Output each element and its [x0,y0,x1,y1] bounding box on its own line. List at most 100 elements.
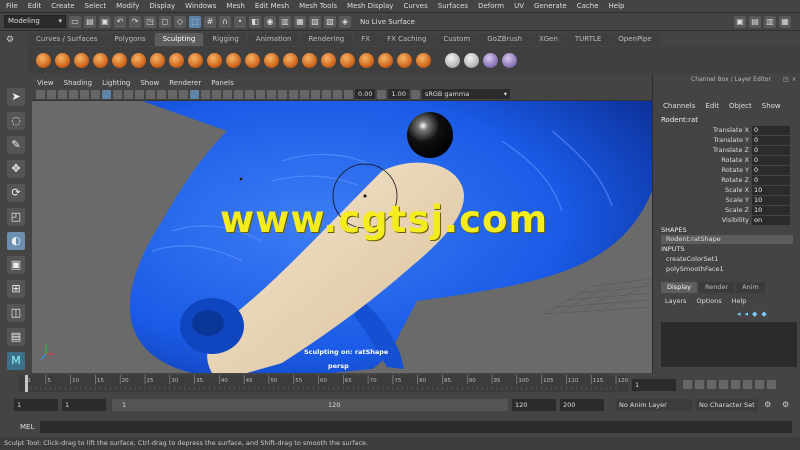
attribute-value-field[interactable]: 0 [752,156,790,165]
attribute-value-field[interactable]: 10 [752,186,790,195]
panel-menu-shading[interactable]: Shading [64,79,92,87]
open-scene-icon[interactable]: ▤ [84,15,96,28]
make-live-icon[interactable]: ◉ [264,15,276,28]
fill-tool-icon[interactable] [264,52,279,68]
attribute-value-field[interactable]: 0 [752,136,790,145]
ipr-render-icon[interactable]: ▧ [309,15,321,28]
film-gate-icon[interactable] [113,89,122,99]
go-to-end-icon[interactable] [767,380,776,389]
playback-start-field[interactable]: 1 [62,399,106,411]
transfer-icon[interactable] [502,52,517,68]
foamy-tool-icon[interactable] [150,52,165,68]
menu-mesh[interactable]: Mesh [226,2,244,10]
menu-cache[interactable]: Cache [577,2,599,10]
layer-up-icon[interactable]: ◂ [737,310,741,318]
view-transform-dropdown[interactable]: sRGB gamma ▾ [421,89,510,99]
key-settings-icon[interactable]: ⚙ [764,400,771,409]
attribute-value-field[interactable]: 0 [752,146,790,155]
shelf-tab-gozbrush[interactable]: GoZBrush [479,33,530,46]
menu-windows[interactable]: Windows [185,2,216,10]
attribute-value-field[interactable]: 10 [752,196,790,205]
mask-tool-icon[interactable] [416,52,431,68]
attribute-value-field[interactable]: on [752,216,790,225]
anti-aliasing-icon[interactable] [278,89,287,99]
wireframe-on-shaded-icon[interactable] [212,89,221,99]
play-forwards-icon[interactable] [731,380,740,389]
shelf-tab-openpipe[interactable]: OpenPipe [610,33,660,46]
resolution-gate-icon[interactable] [124,89,133,99]
isolate-select-icon[interactable] [300,89,309,99]
render-frame-icon[interactable]: ▦ [294,15,306,28]
attribute-row-scale-x[interactable]: Scale X 10 [653,186,800,196]
current-frame-field[interactable]: 1 [632,379,676,391]
play-backwards-icon[interactable] [719,380,728,389]
playback-end-field[interactable]: 120 [512,399,556,411]
select-tool-icon[interactable]: ➤ [7,88,25,106]
smooth-tool-icon[interactable] [55,52,70,68]
safe-action-icon[interactable] [157,89,166,99]
step-back-key-icon[interactable] [695,380,704,389]
color-management-icon[interactable] [410,89,420,99]
go-to-start-icon[interactable] [683,380,692,389]
hypershade-icon[interactable]: ◈ [339,15,351,28]
time-slider[interactable]: 1 5 10 15 20 25 30 35 40 45 50 55 60 65 70 75 80 85 90 95 10… [18,375,628,392]
mudbox-icon[interactable] [483,52,498,68]
panel-menu-panels[interactable]: Panels [211,79,234,87]
panel-menu-show[interactable]: Show [140,79,159,87]
sculpt-brush-icon[interactable]: ◐ [7,232,25,250]
outliner-layout-icon[interactable]: ▤ [7,328,25,346]
sculpt-tool-icon[interactable] [36,52,51,68]
shelf-tab-custom[interactable]: Custom [435,33,479,46]
new-layer-selected-icon[interactable]: ◆ [752,310,757,318]
attribute-value-field[interactable]: 0 [752,176,790,185]
depth-of-field-icon[interactable] [289,89,298,99]
command-input[interactable] [40,421,792,433]
exposure-field[interactable]: 0.00 [355,89,376,99]
xray-components-icon[interactable] [333,89,342,99]
menu-surfaces[interactable]: Surfaces [438,2,468,10]
attribute-row-rotate-y[interactable]: Rotate Y0 [653,166,800,176]
paint-select-icon[interactable]: ✎ [7,136,25,154]
select-component-icon[interactable]: ◇ [174,15,186,28]
shelf-tab-rendering[interactable]: Rendering [300,33,353,46]
channel-menu-object[interactable]: Object [729,102,752,110]
attribute-value-field[interactable]: 0 [752,166,790,175]
layer-menu-options[interactable]: Options [697,297,722,305]
gamma-field[interactable]: 1.00 [388,89,409,99]
menu-curves[interactable]: Curves [403,2,427,10]
knife-tool-icon[interactable] [283,52,298,68]
new-scene-icon[interactable]: ▭ [69,15,81,28]
live-surface-label[interactable]: No Live Surface [360,18,415,26]
attribute-row-visibility[interactable]: Visibility on [653,216,800,226]
snap-curve-icon[interactable]: ∩ [219,15,231,28]
float-icon[interactable]: ◳ [783,76,789,83]
symmetry-icon[interactable] [464,52,479,68]
shelf-tab-fx-caching[interactable]: FX Caching [379,33,435,46]
attribute-row-rotate-x[interactable]: Rotate X0 [653,156,800,166]
panel-menu-view[interactable]: View [37,79,54,87]
close-icon[interactable]: × [792,76,797,83]
render-settings-icon[interactable]: ▨ [324,15,336,28]
field-chart-icon[interactable] [146,89,155,99]
bookmarks-icon[interactable] [58,89,67,99]
wireframe-icon[interactable] [179,89,188,99]
freeze-tool-icon[interactable] [359,52,374,68]
attribute-row-translate-y[interactable]: Translate Y0 [653,136,800,146]
snap-plane-icon[interactable]: ◧ [249,15,261,28]
lasso-tool-icon[interactable]: ◌ [7,112,25,130]
step-forward-key-icon[interactable] [755,380,764,389]
textured-icon[interactable] [223,89,232,99]
attribute-row-rotate-z[interactable]: Rotate Z0 [653,176,800,186]
menu-edit[interactable]: Edit [28,2,42,10]
select-object-icon[interactable]: ◻ [159,15,171,28]
screen-space-ao-icon[interactable] [256,89,265,99]
step-forward-frame-icon[interactable] [743,380,752,389]
channel-menu-edit[interactable]: Edit [705,102,719,110]
save-scene-icon[interactable]: ▣ [99,15,111,28]
shadows-icon[interactable] [245,89,254,99]
menu-uv[interactable]: UV [514,2,524,10]
shape-node-item[interactable]: Rodent:ratShape [661,235,793,244]
perspective-viewport[interactable]: www.cgtsj.com Sculpting on: ratShape per… [32,101,652,373]
shelf-tab-turtle[interactable]: TURTLE [566,33,610,46]
use-all-lights-icon[interactable] [234,89,243,99]
